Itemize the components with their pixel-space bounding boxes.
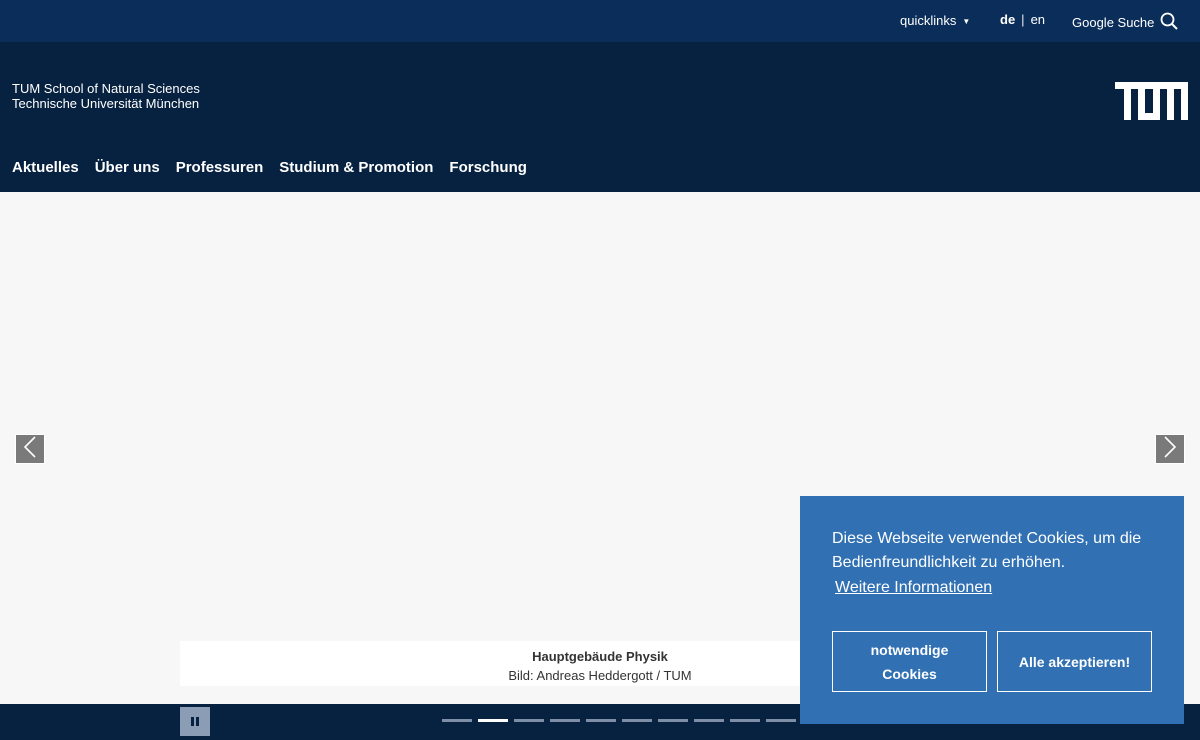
chevron-right-icon	[1162, 435, 1178, 463]
quicklinks-label: quicklinks	[900, 13, 957, 28]
slider-next-button[interactable]	[1155, 434, 1185, 464]
nav-item-studium-promotion[interactable]: Studium & Promotion	[279, 159, 433, 176]
top-utility-bar: quicklinks ▼ de | en Google Suche	[0, 0, 1200, 42]
language-switcher: de | en	[1000, 12, 1045, 27]
language-en[interactable]: en	[1031, 12, 1045, 27]
slider-indicator-3[interactable]	[514, 719, 544, 722]
nav-item-ueber-uns[interactable]: Über uns	[95, 159, 160, 176]
cookie-more-info-link[interactable]: Weitere Informationen	[835, 579, 992, 597]
nav-item-aktuelles[interactable]: Aktuelles	[12, 159, 79, 176]
slider-indicators	[442, 719, 796, 722]
nav-item-professuren[interactable]: Professuren	[176, 159, 264, 176]
tum-logo-icon[interactable]	[1115, 82, 1188, 120]
cookie-message: Diese Webseite verwendet Cookies, um die…	[832, 530, 1142, 571]
slider-indicator-10[interactable]	[766, 719, 796, 722]
slider-indicator-7[interactable]	[658, 719, 688, 722]
main-navigation: Aktuelles Über uns Professuren Studium &…	[12, 159, 527, 176]
search-icon	[1160, 12, 1179, 33]
school-name-line2: Technische Universität München	[12, 96, 200, 111]
language-de[interactable]: de	[1000, 12, 1015, 27]
slider-indicator-5[interactable]	[586, 719, 616, 722]
google-search-label: Google Suche	[1072, 15, 1155, 30]
google-search-button[interactable]: Google Suche	[1072, 12, 1179, 33]
slider-prev-button[interactable]	[15, 434, 45, 464]
language-separator: |	[1021, 12, 1025, 27]
slider-indicator-1[interactable]	[442, 719, 472, 722]
necessary-cookies-label-line1: notwendige	[870, 641, 949, 658]
quicklinks-dropdown[interactable]: quicklinks ▼	[900, 13, 970, 28]
chevron-left-icon	[22, 435, 38, 463]
caret-down-icon: ▼	[962, 16, 971, 26]
cookie-banner: Diese Webseite verwendet Cookies, um die…	[800, 496, 1184, 724]
site-header: TUM School of Natural Sciences Technisch…	[0, 42, 1200, 192]
necessary-cookies-button[interactable]: notwendige Cookies	[832, 631, 987, 692]
school-name[interactable]: TUM School of Natural Sciences Technisch…	[12, 81, 200, 111]
slider-pause-button[interactable]	[180, 707, 210, 736]
slider-indicator-6[interactable]	[622, 719, 652, 722]
accept-all-cookies-button[interactable]: Alle akzeptieren!	[997, 631, 1152, 692]
slider-indicator-4[interactable]	[550, 719, 580, 722]
nav-item-forschung[interactable]: Forschung	[449, 159, 527, 176]
slider-indicator-8[interactable]	[694, 719, 724, 722]
necessary-cookies-label-line2: Cookies	[882, 665, 937, 682]
slider-indicator-2[interactable]	[478, 719, 508, 722]
school-name-line1: TUM School of Natural Sciences	[12, 81, 200, 96]
slider-indicator-9[interactable]	[730, 719, 760, 722]
pause-icon	[191, 713, 199, 731]
